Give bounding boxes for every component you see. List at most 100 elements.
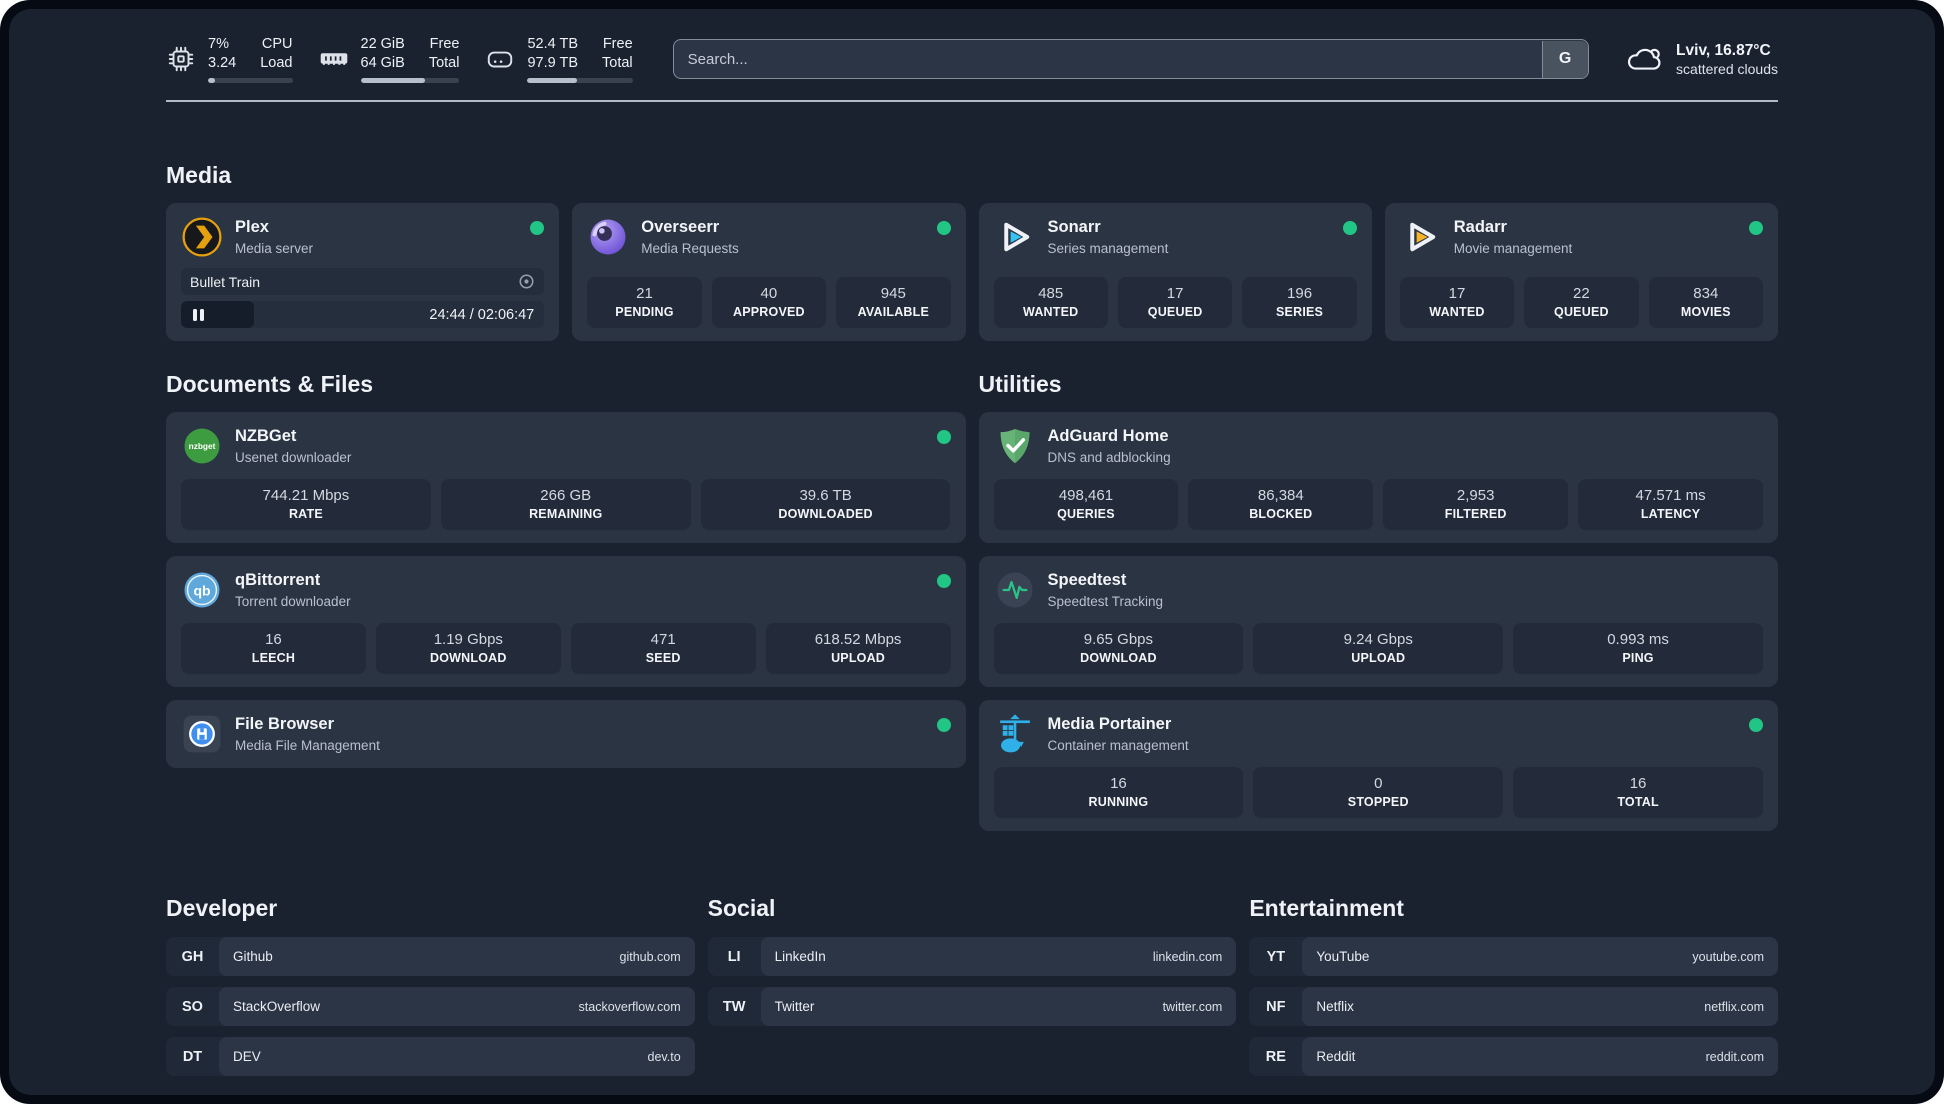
status-online-dot <box>1342 221 1357 235</box>
search-bar: G <box>672 39 1590 79</box>
stat-series: 196 SERIES <box>1242 277 1357 328</box>
developer-heading: Developer <box>166 895 278 921</box>
stat-movies: 834 MOVIES <box>1648 277 1764 328</box>
portainer-icon <box>994 713 1036 755</box>
weather-condition: scattered clouds <box>1676 61 1778 78</box>
bookmark-abbr: NF <box>1266 998 1286 1015</box>
stat-remaining: 266 GB REMAINING <box>440 479 691 530</box>
weather-location-temp: Lviv, 16.87°C <box>1676 41 1771 59</box>
status-online-dot <box>1749 221 1763 235</box>
bookmark-url: youtube.com <box>1692 949 1764 964</box>
bookmark-url: stackoverflow.com <box>578 999 681 1014</box>
app-name: qBittorrent <box>235 571 321 589</box>
nzbget-card[interactable]: nzbget NZBGet Usenet downloader 744.21 M… <box>166 412 966 543</box>
search-engine-button[interactable]: G <box>1541 40 1588 78</box>
plex-now-playing: Bullet Train 24:44 / 02:06:47 <box>181 258 545 328</box>
cpu-widget: 7% 3.24 CPU Load <box>166 35 293 83</box>
bookmark-name: Reddit <box>1316 1049 1356 1064</box>
app-name: Overseerr <box>641 218 720 236</box>
bookmark-name: Netflix <box>1316 999 1354 1014</box>
status-online-dot <box>1749 718 1763 732</box>
stat-stopped: 0 STOPPED <box>1253 767 1504 818</box>
portainer-card[interactable]: Media Portainer Container management 16 … <box>978 700 1778 831</box>
radarr-card[interactable]: Radarr Movie management 17 WANTED 22 QUE… <box>1384 203 1778 341</box>
overseerr-card[interactable]: Overseerr Media Requests 21 PENDING 40 A… <box>572 203 966 341</box>
stat-wanted: 485 WANTED <box>993 277 1108 328</box>
app-subtitle: Container management <box>1047 737 1189 753</box>
bookmark-dev[interactable]: DT DEV dev.to <box>166 1037 695 1076</box>
bookmark-github[interactable]: GH Github github.com <box>166 937 695 976</box>
speedtest-icon <box>994 569 1036 611</box>
now-playing-title: Bullet Train <box>190 273 261 290</box>
memory-progress-fill <box>360 77 425 83</box>
app-subtitle: Speedtest Tracking <box>1047 593 1164 609</box>
stat-upload: 9.24 Gbps UPLOAD <box>1253 623 1504 674</box>
plex-card[interactable]: Plex Media server Bullet Train 24:44 / 0… <box>166 203 560 341</box>
speedtest-card[interactable]: Speedtest Speedtest Tracking 9.65 Gbps D… <box>978 556 1778 687</box>
bookmark-stackoverflow[interactable]: SO StackOverflow stackoverflow.com <box>166 987 695 1026</box>
system-monitor-row: 7% 3.24 CPU Load 22 GiB 64 GiB Free Tota… <box>166 35 633 83</box>
stat-latency: 47.571 ms LATENCY <box>1578 479 1763 530</box>
memory-total-label: Total <box>428 55 460 71</box>
bookmark-url: netflix.com <box>1704 999 1764 1014</box>
session-device-icon <box>518 273 535 290</box>
app-subtitle: Movie management <box>1453 240 1573 256</box>
bookmark-netflix[interactable]: NF Netflix netflix.com <box>1249 987 1778 1026</box>
stat-seed: 471 SEED <box>570 623 756 674</box>
bookmark-url: reddit.com <box>1705 1049 1764 1064</box>
window-frame: 7% 3.24 CPU Load 22 GiB 64 GiB Free Tota… <box>0 0 1944 1104</box>
status-online-dot <box>936 221 951 235</box>
section-utilities: Utilities AdGuard Home DNS and adblockin… <box>978 371 1778 831</box>
status-online-dot <box>936 718 951 732</box>
app-name: Speedtest <box>1047 571 1127 589</box>
plex-icon <box>181 216 223 258</box>
bookmark-abbr: DT <box>182 1048 203 1065</box>
bookmark-name: LinkedIn <box>774 949 826 964</box>
search-input[interactable] <box>672 39 1590 79</box>
stat-blocked: 86,384 BLOCKED <box>1188 479 1374 530</box>
bookmark-url: dev.to <box>647 1049 681 1064</box>
app-subtitle: Media server <box>235 240 314 256</box>
sonarr-card[interactable]: Sonarr Series management 485 WANTED 17 Q… <box>978 203 1372 341</box>
bookmark-name: Github <box>233 949 273 964</box>
app-subtitle: Media File Management <box>235 737 380 753</box>
app-subtitle: Usenet downloader <box>235 449 352 465</box>
cpu-progress-track <box>208 77 293 83</box>
bookmark-name: Twitter <box>774 999 815 1014</box>
cpu-percent: 7% <box>208 36 229 53</box>
documents-heading: Documents & Files <box>166 371 374 397</box>
pause-button[interactable] <box>191 307 206 323</box>
bookmark-url: linkedin.com <box>1152 949 1223 964</box>
adguard-card[interactable]: AdGuard Home DNS and adblocking 498,461 … <box>978 412 1778 543</box>
svg-text:qb: qb <box>193 582 210 598</box>
qbittorrent-card[interactable]: qb qBittorrent Torrent downloader 16 LEE… <box>166 556 966 687</box>
playback-time: 24:44 / 02:06:47 <box>429 306 535 323</box>
app-name: AdGuard Home <box>1047 427 1169 445</box>
app-subtitle: Series management <box>1047 240 1169 256</box>
stat-total: 16 TOTAL <box>1513 767 1763 818</box>
stat-upload: 618.52 Mbps UPLOAD <box>765 623 951 674</box>
stat-rate: 744.21 Mbps RATE <box>181 479 431 530</box>
bookmark-twitter[interactable]: TW Twitter twitter.com <box>707 987 1237 1026</box>
bookmark-youtube[interactable]: YT YouTube youtube.com <box>1249 937 1778 976</box>
cpu-progress-fill <box>208 77 215 83</box>
bookmark-abbr: SO <box>182 998 203 1015</box>
social-heading: Social <box>707 895 776 921</box>
bookmark-abbr: LI <box>727 948 741 965</box>
section-social: Social LI LinkedIn linkedin.com TW Twitt… <box>707 895 1237 1076</box>
memory-free-value: 22 GiB <box>360 36 405 53</box>
bookmark-reddit[interactable]: RE Reddit reddit.com <box>1249 1037 1778 1076</box>
memory-progress-track <box>360 77 460 83</box>
media-heading: Media <box>166 162 232 188</box>
cpu-load-label: Load <box>260 55 293 71</box>
svg-text:nzbget: nzbget <box>189 441 216 451</box>
entertainment-heading: Entertainment <box>1249 895 1404 921</box>
sonarr-icon <box>994 216 1036 258</box>
filebrowser-card[interactable]: File Browser Media File Management <box>166 700 966 768</box>
ram-icon <box>319 44 349 74</box>
app-name: Media Portainer <box>1047 715 1172 733</box>
stat-filtered: 2,953 FILTERED <box>1383 479 1569 530</box>
section-entertainment: Entertainment YT YouTube youtube.com NF … <box>1249 895 1778 1076</box>
bookmark-name: YouTube <box>1316 949 1370 964</box>
bookmark-linkedin[interactable]: LI LinkedIn linkedin.com <box>707 937 1237 976</box>
